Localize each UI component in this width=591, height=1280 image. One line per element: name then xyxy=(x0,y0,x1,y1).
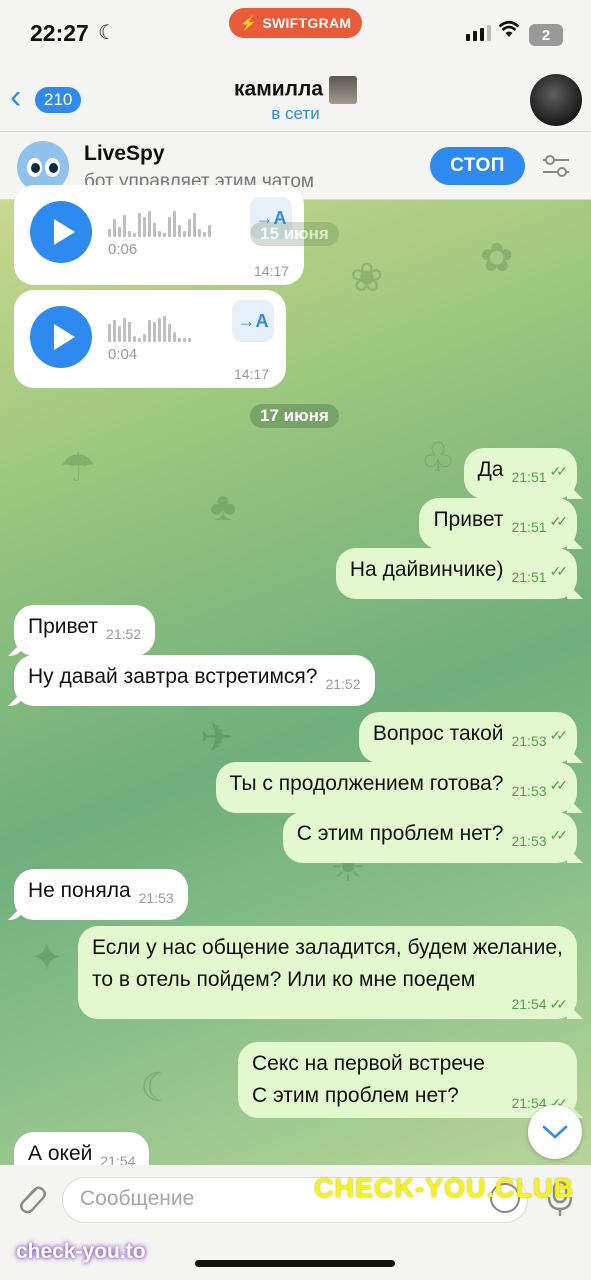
play-icon[interactable] xyxy=(30,306,92,368)
message-time: 21:52 xyxy=(106,626,142,642)
moon-icon: ☾ xyxy=(98,22,116,44)
contact-status: в сети xyxy=(271,104,320,123)
message-bubble-outgoing[interactable]: На дайвинчике) 21:51 ✓✓ xyxy=(335,548,577,599)
message-bubble-outgoing[interactable]: С этим проблем нет? 21:53 ✓✓ xyxy=(282,812,577,863)
message-time: 14:17 xyxy=(254,263,290,279)
date-separator: 17 июня xyxy=(250,404,339,428)
status-time: 22:27 xyxy=(30,20,89,46)
read-checkmarks-icon: ✓✓ xyxy=(549,996,569,1012)
message-bubble-incoming[interactable]: Не поняла 21:53 xyxy=(14,869,188,920)
waveform xyxy=(108,209,211,237)
message-bubble-incoming[interactable]: Привет 21:52 xyxy=(14,605,156,656)
read-checkmarks-icon: ✓✓ xyxy=(549,563,569,579)
voice-duration: 0:06 xyxy=(108,241,138,258)
bot-name: LiveSpy xyxy=(84,142,165,165)
message-bubble-outgoing[interactable]: Секс на первой встрече С этим проблем не… xyxy=(238,1042,577,1118)
bolt-icon: ⚡ xyxy=(239,14,258,31)
message-bubble-outgoing[interactable]: Да 21:51 ✓✓ xyxy=(463,448,577,499)
attach-icon[interactable] xyxy=(14,1181,48,1217)
voice-message[interactable]: 0:04 →A 14:17 xyxy=(14,290,286,388)
message-bubble-outgoing[interactable]: Если у нас общение заладится, будем жела… xyxy=(78,926,577,1019)
swiftgram-badge: ⚡ SWIFTGRAM xyxy=(229,8,362,38)
chevron-down-icon xyxy=(542,1125,568,1139)
contact-avatar[interactable] xyxy=(530,74,582,126)
sliders-icon[interactable] xyxy=(541,152,571,180)
stop-bot-button[interactable]: СТОП xyxy=(430,147,525,185)
message-time: 21:52 xyxy=(325,676,361,692)
read-checkmarks-icon: ✓✓ xyxy=(549,727,569,743)
message-time: 21:53 xyxy=(138,890,174,906)
cellular-signal-icon xyxy=(466,25,491,41)
message-bubble-outgoing[interactable]: Ты с продолжением готова? 21:53 ✓✓ xyxy=(215,762,577,813)
date-separator: 15 июня xyxy=(250,222,339,246)
home-indicator xyxy=(195,1260,395,1267)
waveform xyxy=(108,314,191,342)
message-bubble-outgoing[interactable]: Вопрос такой 21:53 ✓✓ xyxy=(358,712,577,763)
battery-icon: 2 xyxy=(529,24,563,46)
eyes-icon xyxy=(26,157,42,177)
read-checkmarks-icon: ✓✓ xyxy=(549,463,569,479)
message-time: 21:51 xyxy=(511,569,547,585)
contact-name[interactable]: камилла xyxy=(0,76,591,104)
scroll-down-button[interactable] xyxy=(528,1105,582,1159)
wifi-icon xyxy=(498,20,520,44)
message-time: 14:17 xyxy=(234,366,270,382)
message-bubble-incoming[interactable]: Ну давай завтра встретимся? 21:52 xyxy=(14,655,375,706)
message-time: 21:51 xyxy=(511,519,547,535)
contact-thumbnail xyxy=(329,76,357,104)
message-time: 21:54 xyxy=(511,996,547,1012)
voice-duration: 0:04 xyxy=(108,346,138,363)
read-checkmarks-icon: ✓✓ xyxy=(549,827,569,843)
translate-button[interactable]: →A xyxy=(232,300,274,342)
message-time: 21:53 xyxy=(511,833,547,849)
play-icon[interactable] xyxy=(30,201,92,263)
message-bubble-outgoing[interactable]: Привет 21:51 ✓✓ xyxy=(419,498,577,549)
watermark-check-you-to: check-you.to xyxy=(16,1240,146,1263)
message-time: 21:53 xyxy=(511,783,547,799)
message-time: 21:53 xyxy=(511,733,547,749)
chat-header: 22:27 ☾ ⚡ SWIFTGRAM 2 ‹ 210 камилла в се… xyxy=(0,0,591,132)
read-checkmarks-icon: ✓✓ xyxy=(549,777,569,793)
watermark-check-you-club: CHECK-YOU.CLUB xyxy=(314,1173,574,1203)
message-time: 21:51 xyxy=(511,469,547,485)
read-checkmarks-icon: ✓✓ xyxy=(549,513,569,529)
